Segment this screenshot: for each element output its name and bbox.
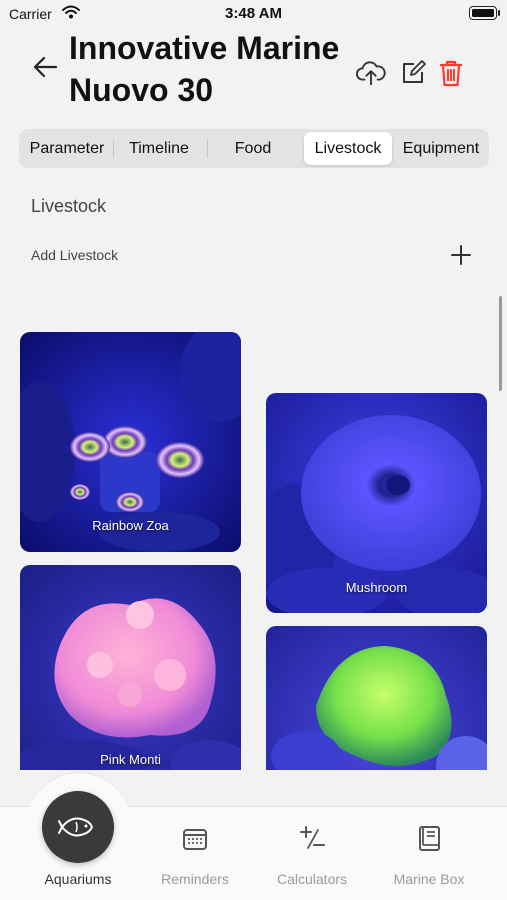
tab-calculators-label: Calculators — [276, 871, 348, 887]
tab-marine-box-label: Marine Box — [393, 871, 465, 887]
green-coral-photo — [266, 626, 487, 770]
tab-reminders[interactable]: Reminders — [135, 820, 255, 890]
tab-marine-box[interactable]: Marine Box — [369, 820, 489, 890]
livestock-card[interactable]: Mushroom — [266, 393, 487, 613]
card-name: Mushroom — [345, 580, 408, 595]
plus-minus-icon — [300, 826, 325, 849]
livestock-card[interactable]: Rainbow Zoa — [20, 332, 241, 552]
tab-aquariums[interactable]: Aquariums — [18, 820, 138, 890]
tab-calculators[interactable]: Calculators — [252, 820, 372, 890]
livestock-card[interactable] — [266, 626, 487, 770]
calendar-icon — [183, 829, 207, 850]
tab-reminders-label: Reminders — [161, 871, 229, 887]
montipora-coral-photo — [20, 565, 241, 770]
tab-aquariums-label: Aquariums — [44, 871, 112, 887]
card-name: Rainbow Zoa — [92, 518, 169, 533]
livestock-grid: Rainbow Zoa Mushroom Pink Monti — [0, 0, 507, 770]
book-icon — [419, 826, 440, 851]
card-name: Pink Monti — [100, 752, 161, 767]
livestock-card[interactable]: Pink Monti — [20, 565, 241, 770]
